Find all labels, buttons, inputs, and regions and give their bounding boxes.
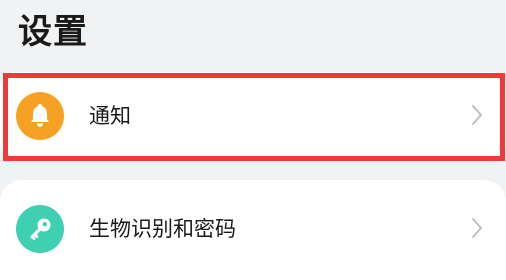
settings-item-biometrics[interactable]: 生物识别和密码 bbox=[0, 180, 506, 280]
chevron-right-icon bbox=[472, 105, 482, 125]
settings-item-label: 生物识别和密码 bbox=[89, 217, 236, 241]
bell-icon bbox=[16, 92, 64, 140]
key-icon bbox=[16, 205, 64, 253]
page-title: 设置 bbox=[18, 12, 88, 52]
settings-item-label: 通知 bbox=[89, 104, 131, 128]
chevron-right-icon bbox=[472, 218, 482, 238]
settings-item-notifications[interactable]: 通知 bbox=[0, 72, 506, 158]
